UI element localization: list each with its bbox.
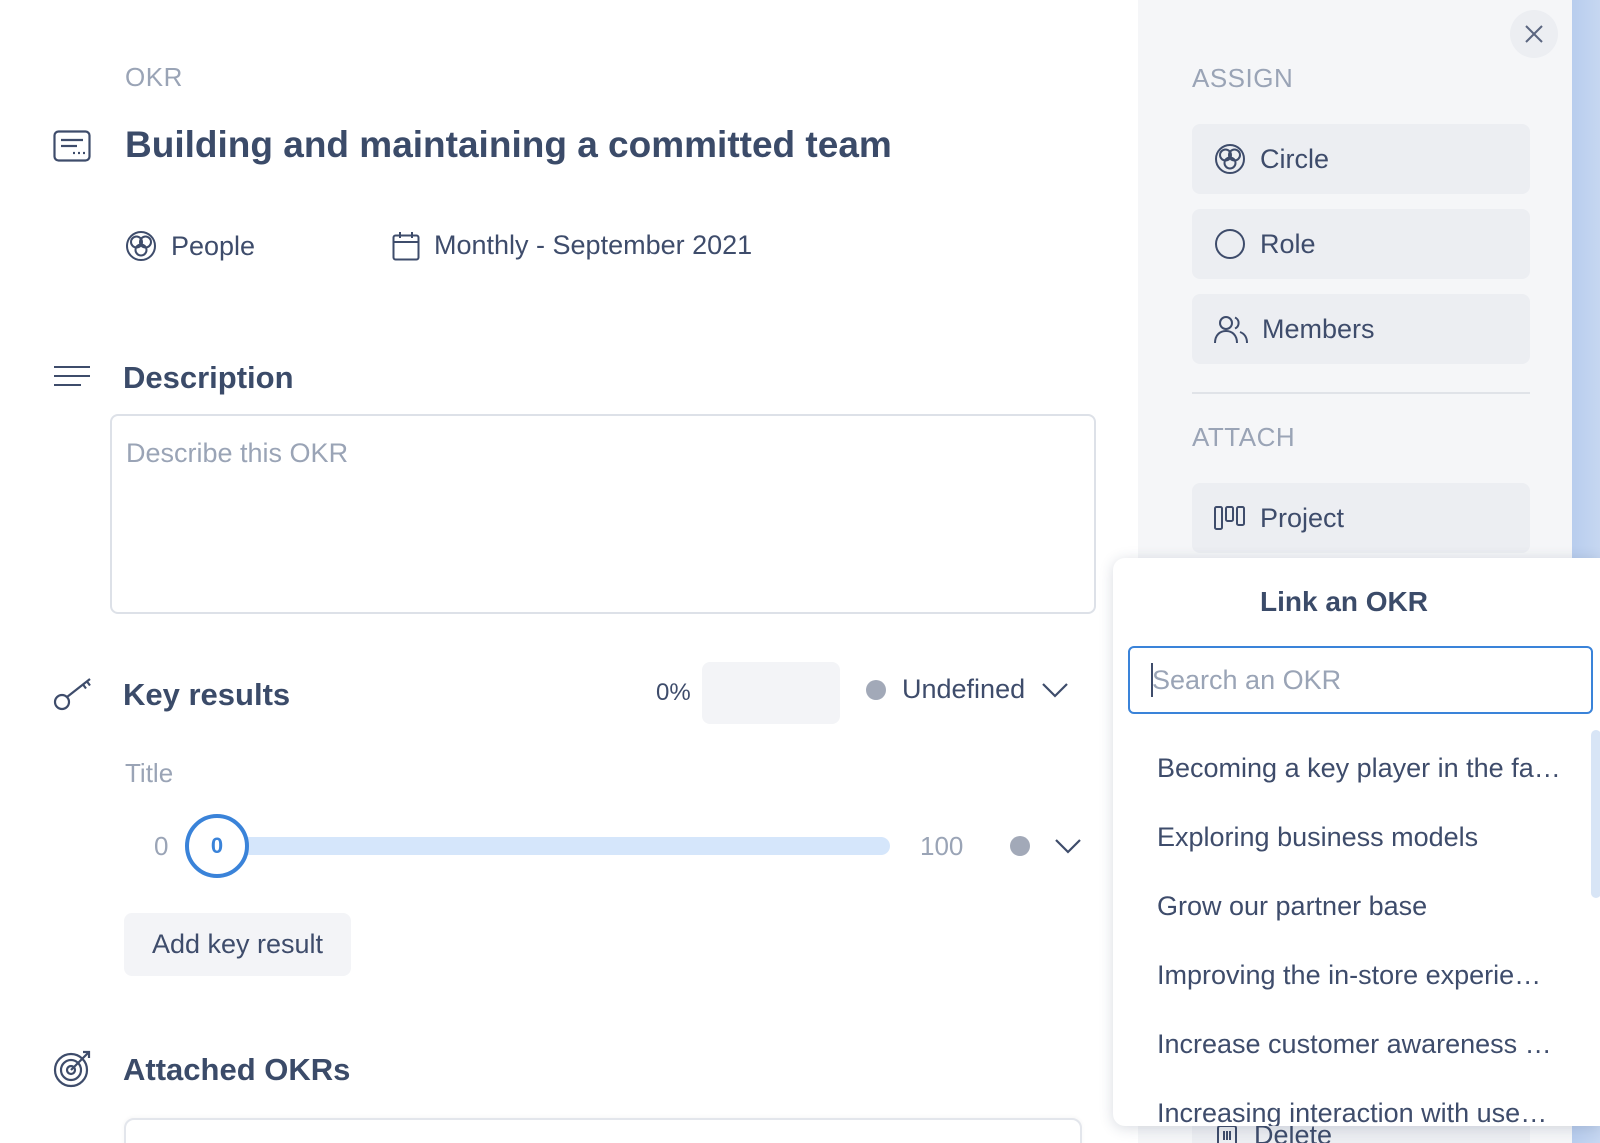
- okr-result-item[interactable]: Improving the in-store experie…: [1157, 941, 1567, 1010]
- sidebar-divider: [1192, 392, 1530, 394]
- okr-result-item[interactable]: Exploring business models: [1157, 803, 1567, 872]
- attach-project-label: Project: [1260, 502, 1345, 533]
- okr-card-icon: [53, 130, 91, 162]
- assign-role-button[interactable]: Role: [1192, 209, 1530, 279]
- key-results-heading: Key results: [123, 677, 291, 712]
- results-scrollbar[interactable]: [1591, 730, 1600, 898]
- assign-role-label: Role: [1260, 228, 1316, 259]
- key-result-status-dot: [1010, 836, 1030, 856]
- okr-result-item[interactable]: Grow our partner base: [1157, 872, 1567, 941]
- okr-result-item[interactable]: Increasing interaction with use…: [1157, 1079, 1567, 1126]
- target-icon: [53, 1048, 93, 1088]
- project-icon: [1214, 505, 1246, 531]
- attach-heading: ATTACH: [1192, 422, 1296, 452]
- close-button[interactable]: [1510, 10, 1558, 58]
- description-heading: Description: [123, 360, 294, 395]
- okr-title[interactable]: Building and maintaining a committed tea…: [125, 124, 892, 166]
- okr-result-item[interactable]: Increase customer awareness …: [1157, 1010, 1567, 1079]
- okr-result-item[interactable]: Becoming a key player in the fa…: [1157, 734, 1567, 803]
- assign-circle-button[interactable]: Circle: [1192, 124, 1530, 194]
- assign-circle-label: Circle: [1260, 143, 1330, 174]
- slider-max-label: 100: [920, 831, 964, 861]
- key-result-status-selector[interactable]: [1010, 836, 1082, 856]
- assign-members-label: Members: [1262, 313, 1375, 344]
- attached-okr-card[interactable]: [124, 1118, 1082, 1143]
- status-dot: [866, 679, 886, 700]
- slider-min-label: 0: [154, 831, 169, 861]
- period-label: Monthly - September 2021: [434, 230, 753, 260]
- calendar-icon: [392, 231, 420, 261]
- add-key-result-button[interactable]: Add key result: [124, 913, 351, 976]
- period-selector[interactable]: Monthly - September 2021: [392, 230, 752, 261]
- assign-members-button[interactable]: Members: [1192, 294, 1530, 364]
- circle-group-icon: [1214, 143, 1246, 175]
- close-icon: [1524, 24, 1544, 44]
- status-label: Undefined: [902, 674, 1026, 704]
- attach-project-button[interactable]: Project: [1192, 483, 1530, 553]
- text-cursor: [1151, 663, 1153, 697]
- chevron-down-icon: [1054, 838, 1082, 854]
- item-type-label: OKR: [125, 62, 183, 92]
- okr-results-list: Becoming a key player in the fa… Explori…: [1157, 734, 1567, 1126]
- circle-group-icon: [125, 230, 157, 262]
- slider-thumb[interactable]: 0: [185, 814, 249, 878]
- okr-search-input[interactable]: [1128, 646, 1593, 714]
- key-results-progress-field[interactable]: [702, 662, 840, 724]
- assign-heading: ASSIGN: [1192, 63, 1294, 93]
- circle-label: People: [171, 230, 256, 261]
- circle-selector[interactable]: People: [125, 230, 255, 262]
- members-icon: [1214, 314, 1248, 344]
- okr-detail-panel: OKR Building and maintaining a committed…: [0, 0, 1138, 1143]
- description-input[interactable]: Describe this OKR: [110, 414, 1096, 614]
- key-results-progress: 0%: [656, 679, 691, 706]
- role-icon: [1214, 228, 1246, 260]
- slider-track[interactable]: [232, 837, 890, 855]
- key-result-title[interactable]: Title: [125, 758, 173, 789]
- link-okr-title: Link an OKR: [1259, 586, 1428, 617]
- status-selector[interactable]: Undefined: [866, 674, 1069, 705]
- chevron-down-icon: [1041, 682, 1069, 698]
- attached-okrs-heading: Attached OKRs: [123, 1052, 351, 1087]
- link-okr-popover: Link an OKR Becoming a key player in the…: [1113, 558, 1600, 1126]
- key-icon: [53, 676, 93, 712]
- description-lines-icon: [53, 365, 91, 387]
